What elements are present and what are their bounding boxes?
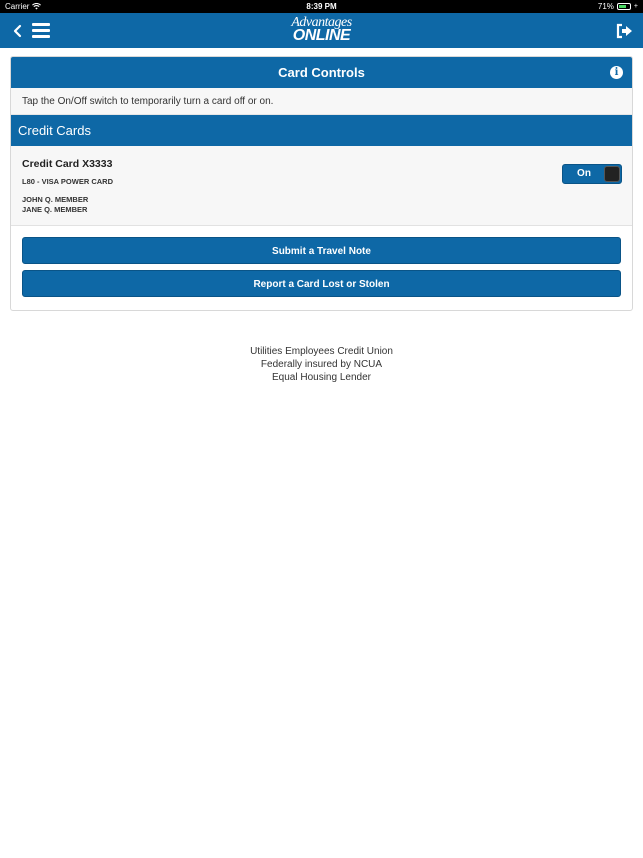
- card-type: L80 - VISA POWER CARD: [22, 177, 113, 186]
- footer-ncua: Federally insured by NCUA: [260, 359, 383, 370]
- toggle-knob: [604, 166, 620, 182]
- logo-bottom-text: ONLINE: [292, 27, 351, 44]
- advantages-online-logo: Advantages ONLINE: [0, 16, 643, 44]
- intro-text: Tap the On/Off switch to temporarily tur…: [11, 88, 632, 115]
- logout-button[interactable]: [615, 22, 633, 40]
- credit-card-row: Credit Card X3333 L80 - VISA POWER CARD …: [11, 146, 632, 226]
- card-holder-name: JANE Q. MEMBER: [22, 205, 88, 214]
- footer-credit-union: Utilities Employees Credit Union: [250, 346, 393, 357]
- charging-icon: +: [633, 3, 638, 10]
- report-lost-stolen-button[interactable]: Report a Card Lost or Stolen: [22, 270, 621, 297]
- footer-equal-housing: Equal Housing Lender: [272, 372, 371, 383]
- card-title: Credit Card X3333: [22, 158, 113, 170]
- submit-travel-note-button[interactable]: Submit a Travel Note: [22, 237, 621, 264]
- battery-percent: 71%: [597, 2, 614, 11]
- battery-fill: [618, 5, 626, 8]
- status-right: 71% +: [598, 2, 638, 11]
- card-holder-name: JOHN Q. MEMBER: [22, 195, 89, 204]
- card-controls-panel: Card Controls i Tap the On/Off switch to…: [10, 56, 633, 311]
- status-time: 8:39 PM: [306, 2, 337, 11]
- nav-bar: Advantages ONLINE: [0, 13, 643, 48]
- card-holders: JOHN Q. MEMBER JANE Q. MEMBER: [22, 195, 621, 215]
- panel-title: Card Controls: [278, 65, 365, 80]
- toggle-label: On: [577, 168, 591, 179]
- logout-icon: [616, 23, 632, 39]
- status-bar: Carrier 8:39 PM 71% +: [0, 0, 643, 13]
- battery-icon: [616, 3, 631, 10]
- panel-header: Card Controls i: [11, 57, 632, 88]
- footer: Utilities Employees Credit Union Federal…: [0, 345, 643, 384]
- info-icon[interactable]: i: [610, 66, 623, 79]
- section-header-credit-cards: Credit Cards: [11, 115, 632, 146]
- card-on-off-toggle[interactable]: On: [562, 164, 622, 184]
